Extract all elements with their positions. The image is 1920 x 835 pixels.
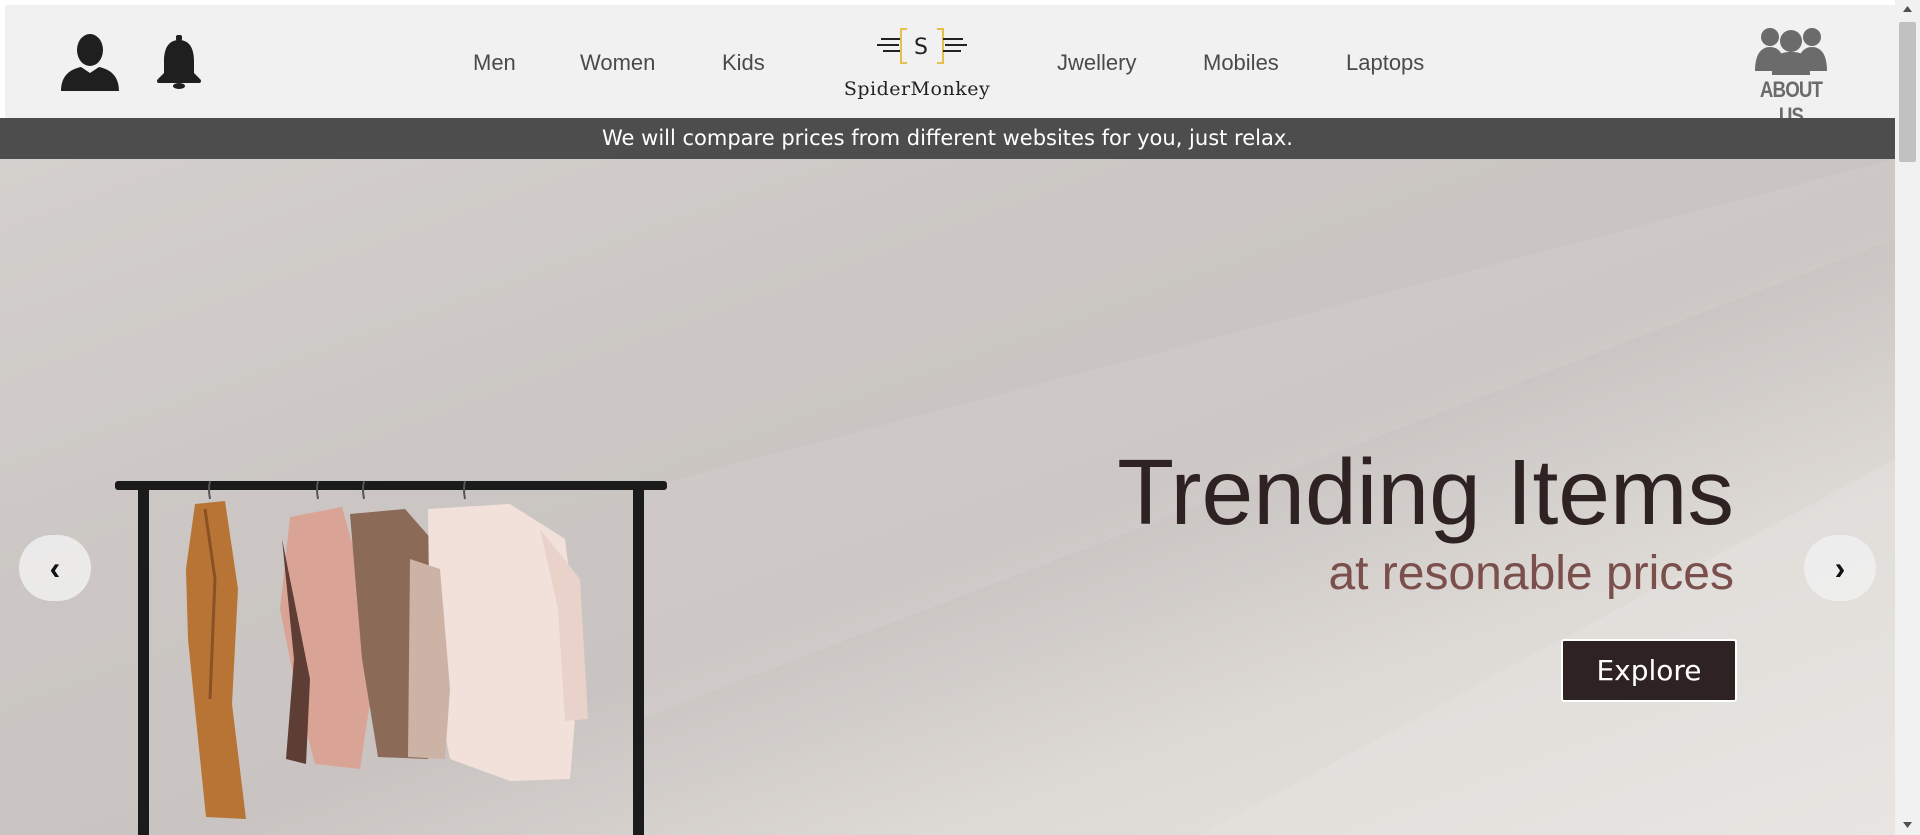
chevron-left-icon: ‹ (49, 550, 61, 586)
scrollbar-thumb[interactable] (1899, 22, 1916, 162)
hero-carousel: ‹ › Trending Items at resonable prices E… (0, 159, 1895, 835)
nav-laptops[interactable]: Laptops (1346, 50, 1424, 76)
about-us-icon[interactable]: ABOUT US (1750, 25, 1832, 128)
site-header: Men Women Kids S SpiderMonkey Jwellery M… (5, 5, 1895, 128)
nav-kids[interactable]: Kids (722, 50, 765, 76)
nav-women[interactable]: Women (580, 50, 655, 76)
carousel-prev-button[interactable]: ‹ (19, 535, 91, 601)
clothes-rack-image (115, 480, 667, 835)
chevron-right-icon: › (1834, 550, 1846, 586)
scroll-up-icon[interactable] (1895, 0, 1920, 20)
explore-button[interactable]: Explore (1561, 639, 1737, 702)
user-icon[interactable] (59, 33, 121, 91)
nav-jwellery[interactable]: Jwellery (1057, 50, 1136, 76)
banner-text: We will compare prices from different we… (602, 126, 1293, 150)
logo-name: SpiderMonkey (843, 78, 991, 100)
scroll-down-icon[interactable] (1895, 814, 1920, 834)
vertical-scrollbar[interactable] (1895, 0, 1920, 835)
carousel-next-button[interactable]: › (1804, 535, 1876, 601)
hero-title: Trending Items (1117, 440, 1734, 544)
logo[interactable]: S SpiderMonkey (837, 23, 997, 108)
hero-subtitle: at resonable prices (1328, 547, 1734, 600)
bell-icon[interactable] (155, 35, 203, 90)
nav-mobiles[interactable]: Mobiles (1203, 50, 1279, 76)
logo-letter: S (914, 35, 928, 60)
nav-men[interactable]: Men (473, 50, 516, 76)
page: Men Women Kids S SpiderMonkey Jwellery M… (0, 0, 1920, 835)
info-banner: We will compare prices from different we… (0, 118, 1895, 159)
